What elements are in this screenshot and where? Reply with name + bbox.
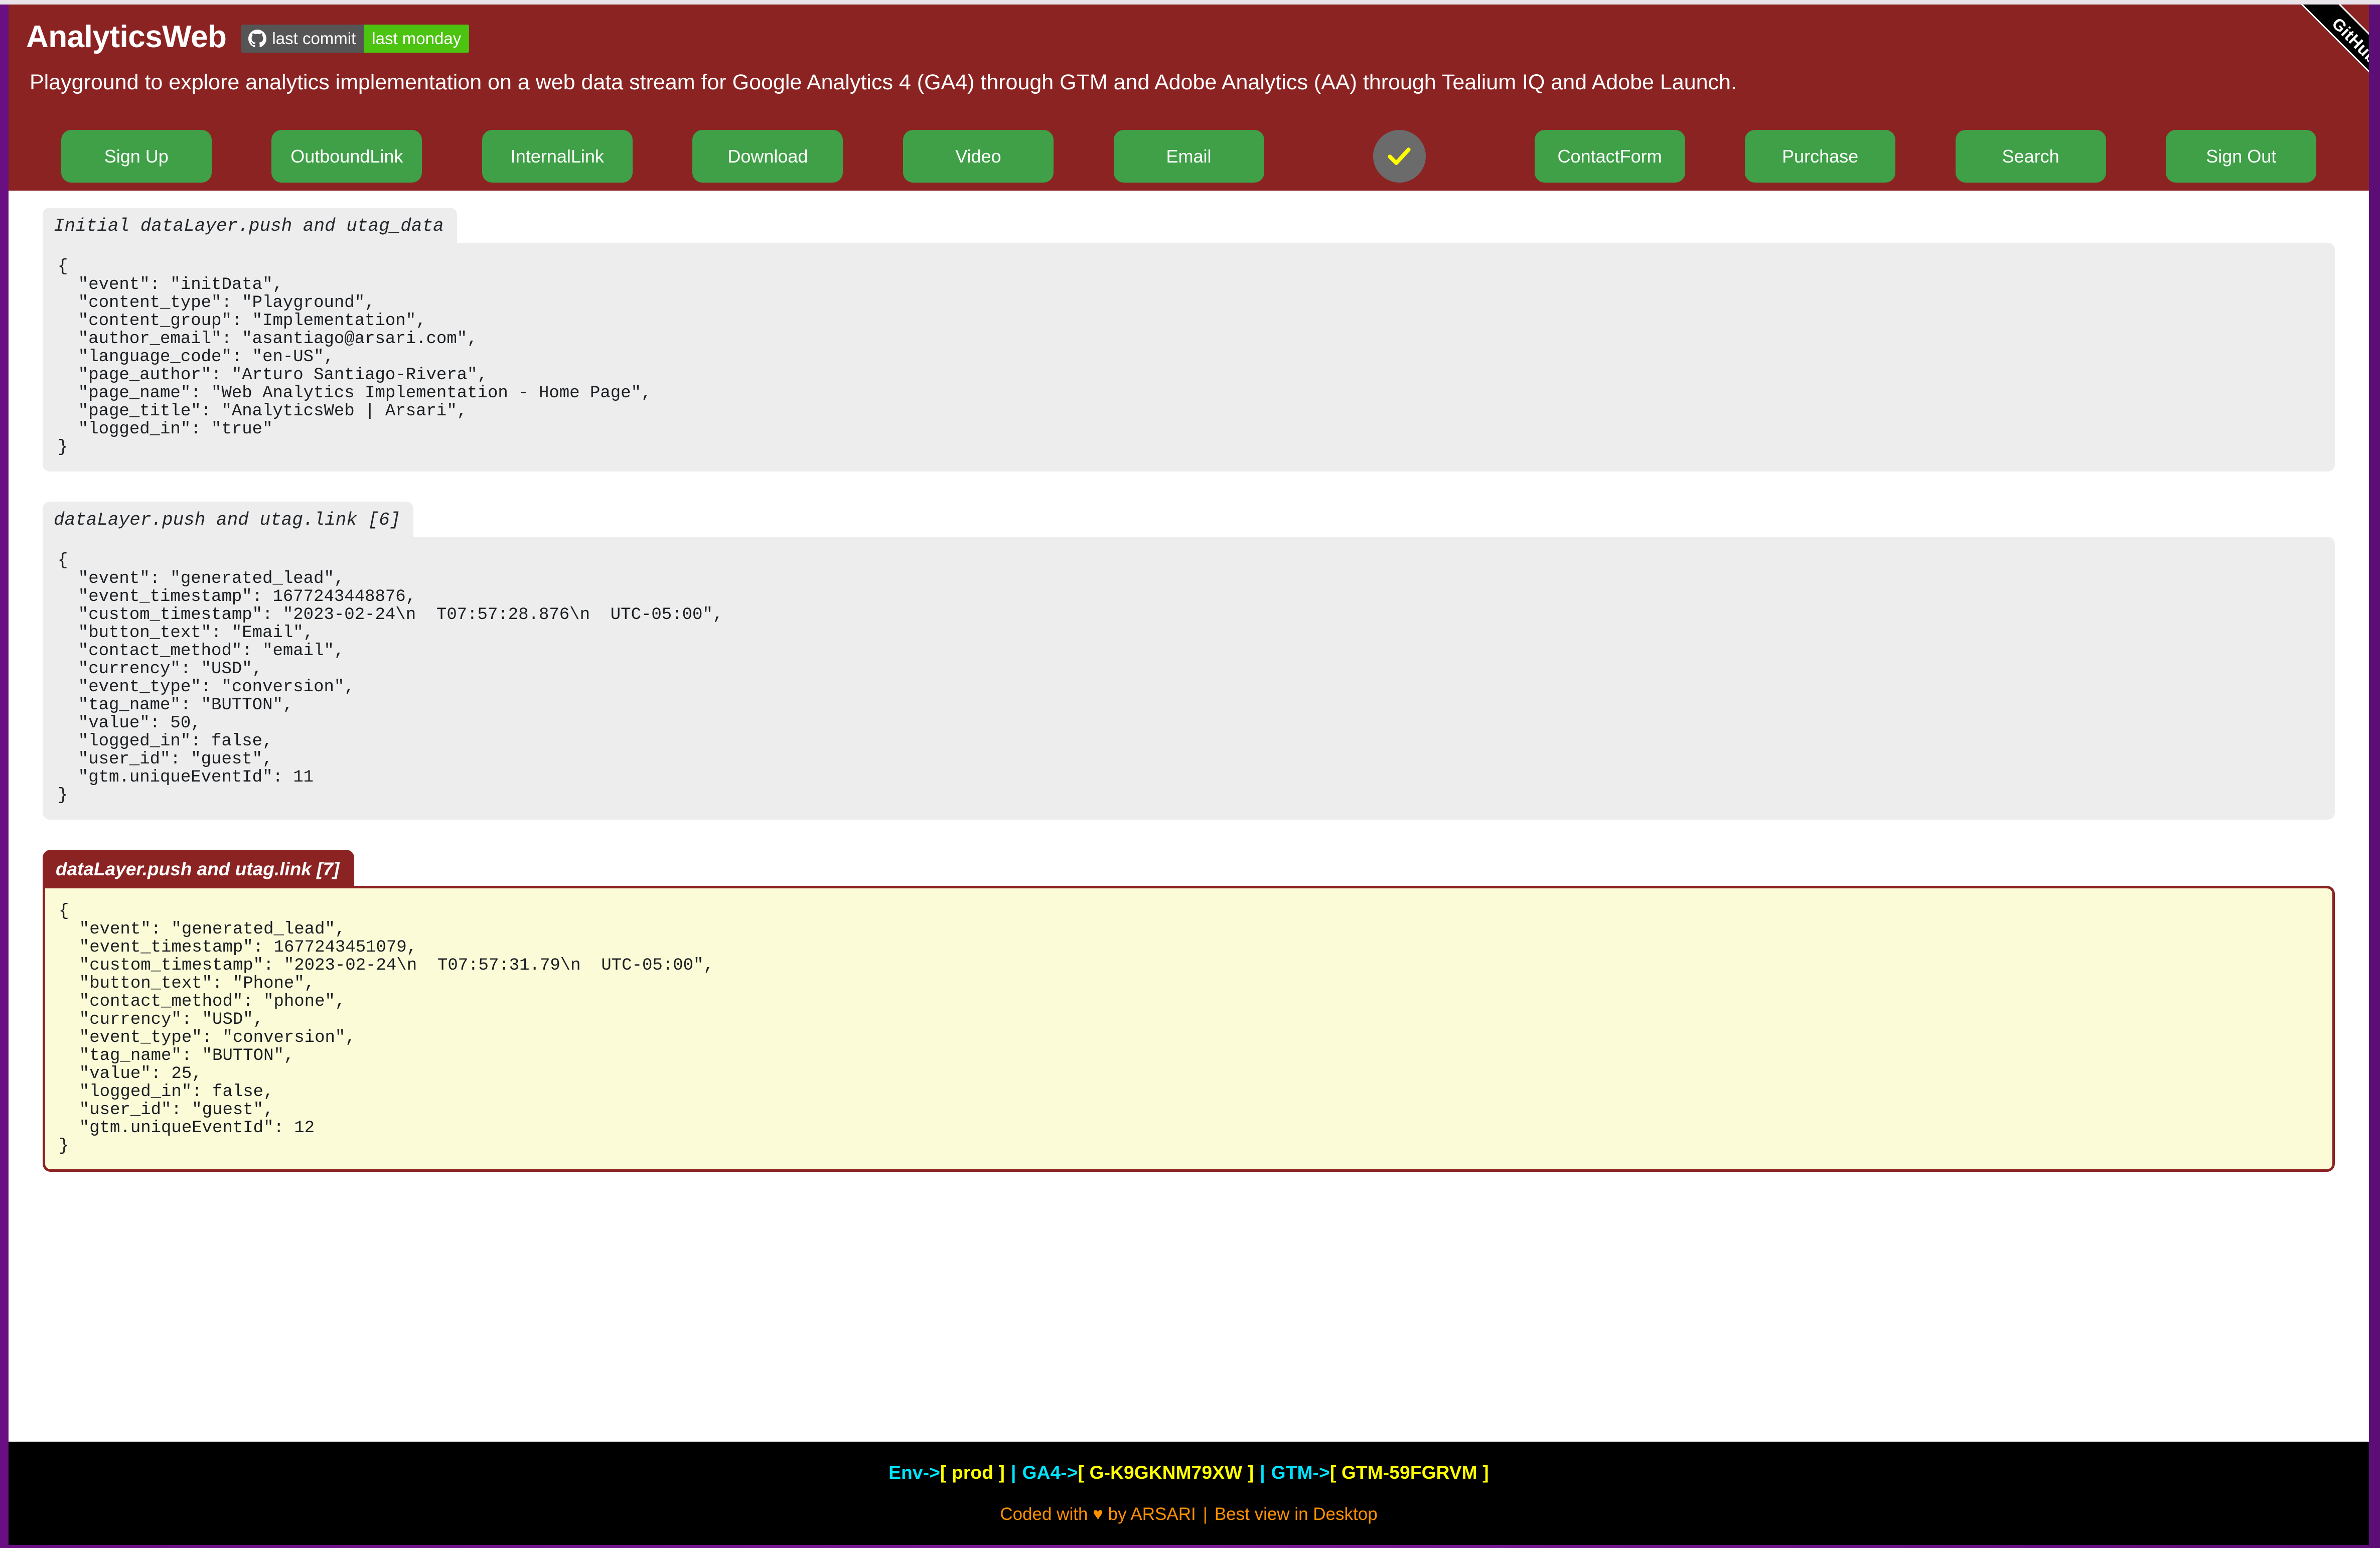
footer-credit-prefix: Coded with xyxy=(1000,1504,1093,1524)
sign-out-button[interactable]: Sign Out xyxy=(2166,129,2317,183)
code-payload: { "event": "generated_lead", "event_time… xyxy=(58,551,723,805)
code-card-tab-label: Initial dataLayer.push and utag_data xyxy=(43,208,457,244)
footer-credit-line: Coded with ♥ by ARSARI | Best view in Desk… xyxy=(1000,1504,1377,1524)
nav-button-label-line: Contact xyxy=(1557,145,1620,167)
code-card-body: { "event": "generated_lead", "event_time… xyxy=(43,886,2335,1172)
nav-button-slot xyxy=(1294,129,1505,183)
window-top-strip xyxy=(0,0,2380,5)
checkmark-icon xyxy=(1388,147,1411,165)
nav-button-slot: Contact Form xyxy=(1505,129,1715,183)
page-viewport: AnalyticsWeb last commit last monday Pla… xyxy=(9,5,2369,1545)
badge-label-text: last commit xyxy=(272,29,356,48)
contact-form-button[interactable]: Contact Form xyxy=(1534,129,1685,183)
nav-button-label-line: Email xyxy=(1166,145,1212,167)
brand-row: AnalyticsWeb last commit last monday xyxy=(9,5,2369,53)
site-header: AnalyticsWeb last commit last monday Pla… xyxy=(9,5,2369,191)
github-corner[interactable]: GitHub xyxy=(2268,5,2369,106)
last-commit-badge[interactable]: last commit last monday xyxy=(241,25,470,53)
heart-icon: ♥ xyxy=(1093,1504,1103,1524)
page-title: AnalyticsWeb xyxy=(26,20,227,54)
nav-button-label-line: Link xyxy=(370,145,403,167)
site-footer: Env->[ prod ] | GA4->[ G-K9GKNM79XW ] | GTM-… xyxy=(9,1442,2369,1545)
footer-credit-separator: | xyxy=(1203,1504,1208,1524)
internal-link-button[interactable]: Internal Link xyxy=(482,129,633,183)
phone-check-button[interactable] xyxy=(1373,129,1426,183)
sign-up-button[interactable]: Sign Up xyxy=(61,129,212,183)
code-card-tab-label: dataLayer.push and utag.link [7] xyxy=(43,850,355,887)
code-card: dataLayer.push and utag.link [6] { "event… xyxy=(43,502,2335,820)
footer-credit-suffix: by ARSARI xyxy=(1103,1504,1196,1524)
footer-ga4-label: GA4-> xyxy=(1022,1462,1078,1483)
main-content: Initial dataLayer.push and utag_data { "e… xyxy=(9,191,2369,1172)
nav-button-slot: Video xyxy=(873,129,1084,183)
download-button[interactable]: Download xyxy=(692,129,843,183)
badge-label-section: last commit xyxy=(241,25,364,53)
code-card: Initial dataLayer.push and utag_data { "e… xyxy=(43,208,2335,472)
footer-credit-note: Best view in Desktop xyxy=(1214,1504,1378,1524)
footer-env-line: Env->[ prod ] | GA4->[ G-K9GKNM79XW ] | GTM-… xyxy=(888,1462,1489,1483)
event-button-bar: Sign Up Outbound Link Internal Link Download V… xyxy=(9,129,2369,183)
nav-button-label-line: Download xyxy=(727,145,808,167)
nav-button-label-line: Outbound xyxy=(290,145,370,167)
nav-button-label-line: Search xyxy=(2002,145,2059,167)
email-button[interactable]: Email xyxy=(1113,129,1264,183)
nav-button-slot: Internal Link xyxy=(452,129,663,183)
nav-button-slot: Sign Up xyxy=(31,129,242,183)
outbound-link-button[interactable]: Outbound Link xyxy=(271,129,422,183)
code-payload: { "event": "generated_lead", "event_time… xyxy=(59,902,714,1156)
badge-value-text: last monday xyxy=(364,25,470,53)
nav-button-label-line: Video xyxy=(955,145,1001,167)
code-card-body: { "event": "initData", "content_type": "… xyxy=(43,243,2335,472)
footer-env-value: [ prod ] xyxy=(940,1462,1005,1483)
nav-button-slot: Search xyxy=(1925,129,2136,183)
code-card-tab-label: dataLayer.push and utag.link [6] xyxy=(43,502,414,538)
footer-env-label: Env-> xyxy=(888,1462,941,1483)
code-card-body: { "event": "generated_lead", "event_time… xyxy=(43,537,2335,820)
site-tagline: Playground to explore analytics implemen… xyxy=(30,70,1737,94)
nav-button-label-line: Internal xyxy=(510,145,571,167)
nav-button-slot: Outbound Link xyxy=(242,129,453,183)
nav-button-slot: Download xyxy=(663,129,873,183)
nav-button-label-line: Link xyxy=(570,145,604,167)
footer-gtm-value: [ GTM-59FGRVM ] xyxy=(1329,1462,1489,1483)
nav-button-label-line: Purchase xyxy=(1782,145,1859,167)
nav-button-label-line: Form xyxy=(1619,145,1662,167)
code-payload: { "event": "initData", "content_type": "… xyxy=(58,257,652,457)
nav-button-slot: Purchase xyxy=(1715,129,1925,183)
nav-button-slot: Email xyxy=(1084,129,1294,183)
purchase-button[interactable]: Purchase xyxy=(1745,129,1896,183)
footer-ga4-value: [ G-K9GKNM79XW ] xyxy=(1078,1462,1254,1483)
nav-button-label-line: Sign Out xyxy=(2206,145,2277,167)
nav-button-label-line: Sign Up xyxy=(104,145,169,167)
footer-gtm-label: GTM-> xyxy=(1271,1462,1330,1483)
browser-window-frame: AnalyticsWeb last commit last monday Pla… xyxy=(0,0,2380,1548)
code-card-active: dataLayer.push and utag.link [7] { "event… xyxy=(43,850,2335,1172)
github-octocat-icon xyxy=(248,30,267,48)
video-button[interactable]: Video xyxy=(903,129,1054,183)
search-button[interactable]: Search xyxy=(1955,129,2106,183)
footer-separator-2: | xyxy=(1260,1462,1265,1483)
github-corner-label[interactable]: GitHub xyxy=(2293,5,2369,103)
footer-separator-1: | xyxy=(1011,1462,1016,1483)
nav-button-slot: Sign Out xyxy=(2136,129,2346,183)
